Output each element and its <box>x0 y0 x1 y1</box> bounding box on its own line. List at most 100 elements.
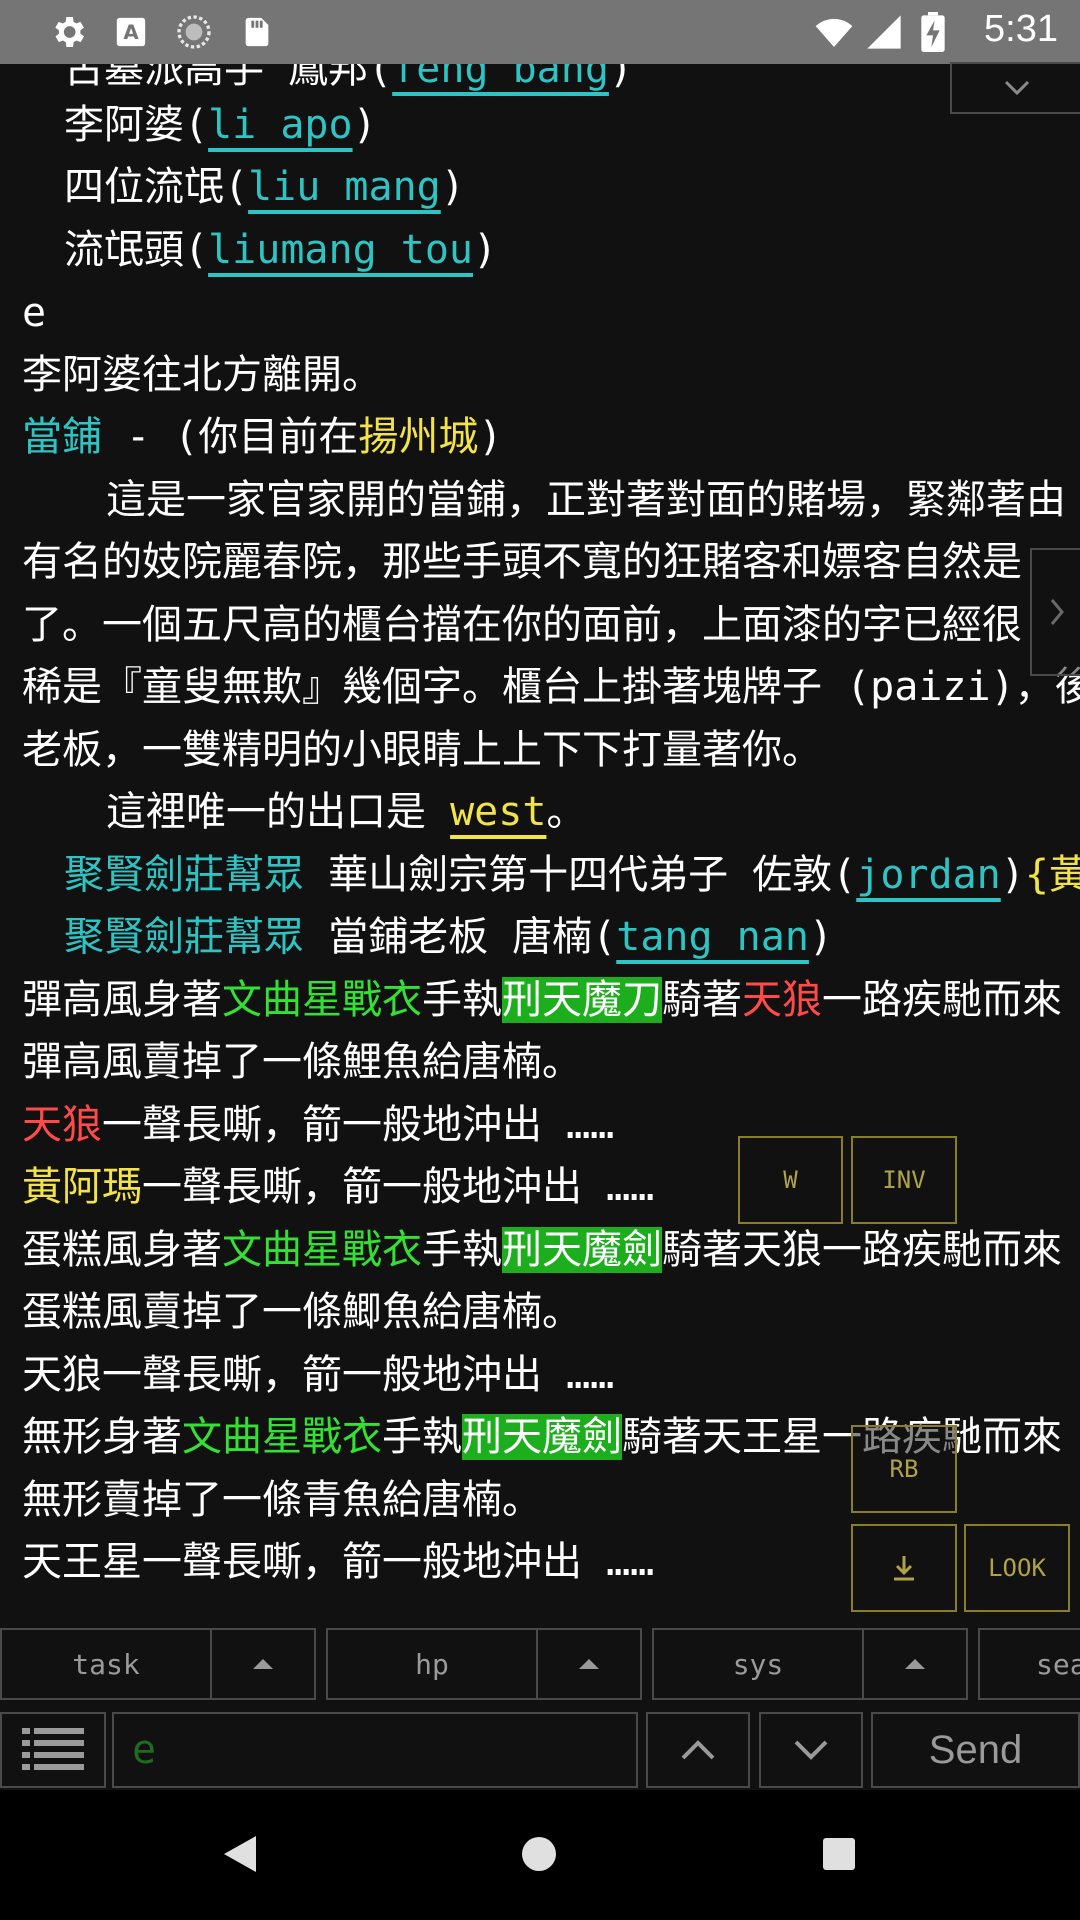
terminal-line: 彈高風身著文曲星戰衣手執刑天魔刀騎著天狼一路疾馳而來 <box>0 969 1062 1031</box>
svg-text:A: A <box>123 21 139 44</box>
paren: ) <box>440 164 465 210</box>
msg-text: 彈高風身著 <box>22 977 222 1023</box>
msg-text: 手執 <box>422 1227 502 1273</box>
home-icon[interactable] <box>521 1836 557 1872</box>
search-button[interactable]: sea <box>978 1628 1080 1700</box>
sys-expand-button[interactable] <box>862 1628 968 1700</box>
settings-icon <box>55 17 84 47</box>
hp-button[interactable]: hp <box>326 1628 538 1700</box>
terminal-line: 這裡唯一的出口是 west。 <box>0 781 586 843</box>
exit-text: 這裡唯一的出口是 <box>106 789 451 835</box>
terminal-line: 蛋糕風賣掉了一條鯽魚給唐楠。 <box>22 1289 582 1335</box>
terminal-line: 天狼一聲長嘶，箭一般地沖出 …… <box>0 1094 614 1156</box>
send-button[interactable]: Send <box>871 1712 1080 1788</box>
msg-text: 蛋糕風身著 <box>22 1227 222 1273</box>
sync-circle-icon <box>177 15 211 49</box>
npc-id-link[interactable]: liu mang <box>248 164 441 210</box>
room-name: 當鋪 <box>22 414 102 460</box>
msg-text: 騎著天王星一路疾馳而來 <box>622 1414 1062 1460</box>
history-down-button[interactable] <box>759 1712 863 1788</box>
terminal-output[interactable]: 古墓派高手 鳳邦(feng bang) 李阿婆(li apo) 四位流氓(liu… <box>0 64 1080 1624</box>
paren: ) <box>352 102 377 148</box>
chevron-down-icon <box>1004 80 1030 96</box>
npc-id-link[interactable]: tang nan <box>616 914 809 960</box>
search-button-label: sea <box>1036 1647 1080 1681</box>
paren: ) <box>808 914 833 960</box>
terminal-line: 老板，一雙精明的小眼睛上上下下打量著你。 <box>22 727 822 773</box>
font-a-icon: A <box>116 17 146 47</box>
terminal-line: 稀是『童叟無欺』幾個字。櫃台上掛著塊牌子 (paizi)，後 <box>22 664 1080 710</box>
look-button[interactable]: LOOK <box>964 1524 1070 1612</box>
terminal-line: 黃阿瑪一聲長嘶，箭一般地沖出 …… <box>0 1156 654 1218</box>
paren: ) <box>608 64 634 92</box>
npc-text: 古墓派高手 鳳邦( <box>64 64 393 92</box>
scroll-down-button[interactable] <box>950 62 1080 114</box>
terminal-line: 了。一個五尺高的櫃台擋在你的面前，上面漆的字已經很 <box>22 602 1022 648</box>
npc-title: {黃 <box>1024 852 1080 898</box>
triangle-up-icon <box>579 1659 599 1669</box>
msg-text: 手執 <box>422 977 502 1023</box>
terminal-line: 無形賣掉了一條青魚給唐楠。 <box>22 1477 542 1523</box>
task-button[interactable]: task <box>0 1628 212 1700</box>
battery-charging-icon <box>921 12 945 52</box>
paren: ) <box>1000 852 1025 898</box>
npc-id-link[interactable]: jordan <box>856 852 1001 898</box>
download-button[interactable] <box>851 1524 957 1612</box>
msg-text: 騎著 <box>662 977 742 1023</box>
mount-name: 天狼 <box>22 1102 102 1148</box>
mount-name: 天狼 <box>742 977 822 1023</box>
terminal-line: 李阿婆(li apo) <box>0 94 377 156</box>
weapon-name: 刑天魔劍 <box>502 1227 662 1273</box>
terminal-line: 蛋糕風身著文曲星戰衣手執刑天魔劍騎著天狼一路疾馳而來 <box>0 1219 1062 1281</box>
quick-toolbar: task hp sys sea <box>0 1626 1080 1706</box>
wifi-icon <box>815 18 853 47</box>
terminal-line: 李阿婆往北方離開。 <box>22 352 382 398</box>
rb-button[interactable]: RB <box>851 1425 957 1513</box>
armor-name: 文曲星戰衣 <box>222 1227 422 1273</box>
exit-link-west[interactable]: west <box>450 789 546 835</box>
npc-id-link[interactable]: liumang tou <box>208 227 473 273</box>
npc-text: 四位流氓( <box>64 164 249 210</box>
npc-text: 華山劍宗第十四代弟子 佐敦( <box>304 852 857 898</box>
terminal-line: 當鋪 - (你目前在揚州城) <box>0 406 502 468</box>
armor-name: 文曲星戰衣 <box>182 1414 382 1460</box>
guild-name: 聚賢劍莊幫眾 <box>64 914 304 960</box>
npc-id-link[interactable]: feng bang <box>392 64 609 92</box>
back-icon[interactable] <box>222 1834 258 1874</box>
terminal-line: 彈高風賣掉了一條鯉魚給唐楠。 <box>22 1039 582 1085</box>
paren: ) <box>478 414 503 460</box>
terminal-line: 聚賢劍莊幫眾 當鋪老板 唐楠(tang nan) <box>0 906 833 968</box>
paren: ) <box>473 227 498 273</box>
android-nav-bar <box>0 1790 1080 1920</box>
terminal-line: 這是一家官家開的當鋪，正對著對面的賭場，緊鄰著由 <box>106 477 1066 523</box>
list-menu-icon <box>22 1728 84 1770</box>
w-button[interactable]: W <box>738 1136 843 1224</box>
npc-text: 流氓頭( <box>64 227 209 273</box>
npc-id-link[interactable]: li apo <box>208 102 353 148</box>
history-up-button[interactable] <box>646 1712 750 1788</box>
msg-text: 一聲長嘶，箭一般地沖出 …… <box>142 1164 655 1210</box>
command-input-row: e Send <box>0 1710 1080 1790</box>
menu-button[interactable] <box>0 1712 106 1788</box>
download-icon <box>894 1556 914 1581</box>
room-text: - (你目前在 <box>102 414 359 460</box>
hp-expand-button[interactable] <box>536 1628 642 1700</box>
inv-button[interactable]: INV <box>851 1136 957 1224</box>
guild-name: 聚賢劍莊幫眾 <box>64 852 304 898</box>
terminal-line: 聚賢劍莊幫眾 華山劍宗第十四代弟子 佐敦(jordan){黃 <box>0 844 1080 906</box>
clock: 5:31 <box>984 8 1058 50</box>
msg-text: 一路疾馳而來 <box>822 977 1062 1023</box>
task-expand-button[interactable] <box>210 1628 316 1700</box>
weapon-name: 刑天魔劍 <box>462 1414 622 1460</box>
msg-text: 無形身著 <box>22 1414 182 1460</box>
command-input[interactable]: e <box>112 1712 638 1788</box>
npc-text: 當鋪老板 唐楠( <box>304 914 617 960</box>
terminal-line: 流氓頭(liumang tou) <box>0 219 497 281</box>
side-drawer-handle[interactable] <box>1030 548 1080 676</box>
terminal-line: e <box>22 290 47 336</box>
npc-text: 李阿婆( <box>64 102 209 148</box>
sys-button[interactable]: sys <box>652 1628 864 1700</box>
armor-name: 文曲星戰衣 <box>222 977 422 1023</box>
recents-icon[interactable] <box>822 1837 856 1871</box>
chevron-right-icon <box>1050 599 1064 625</box>
